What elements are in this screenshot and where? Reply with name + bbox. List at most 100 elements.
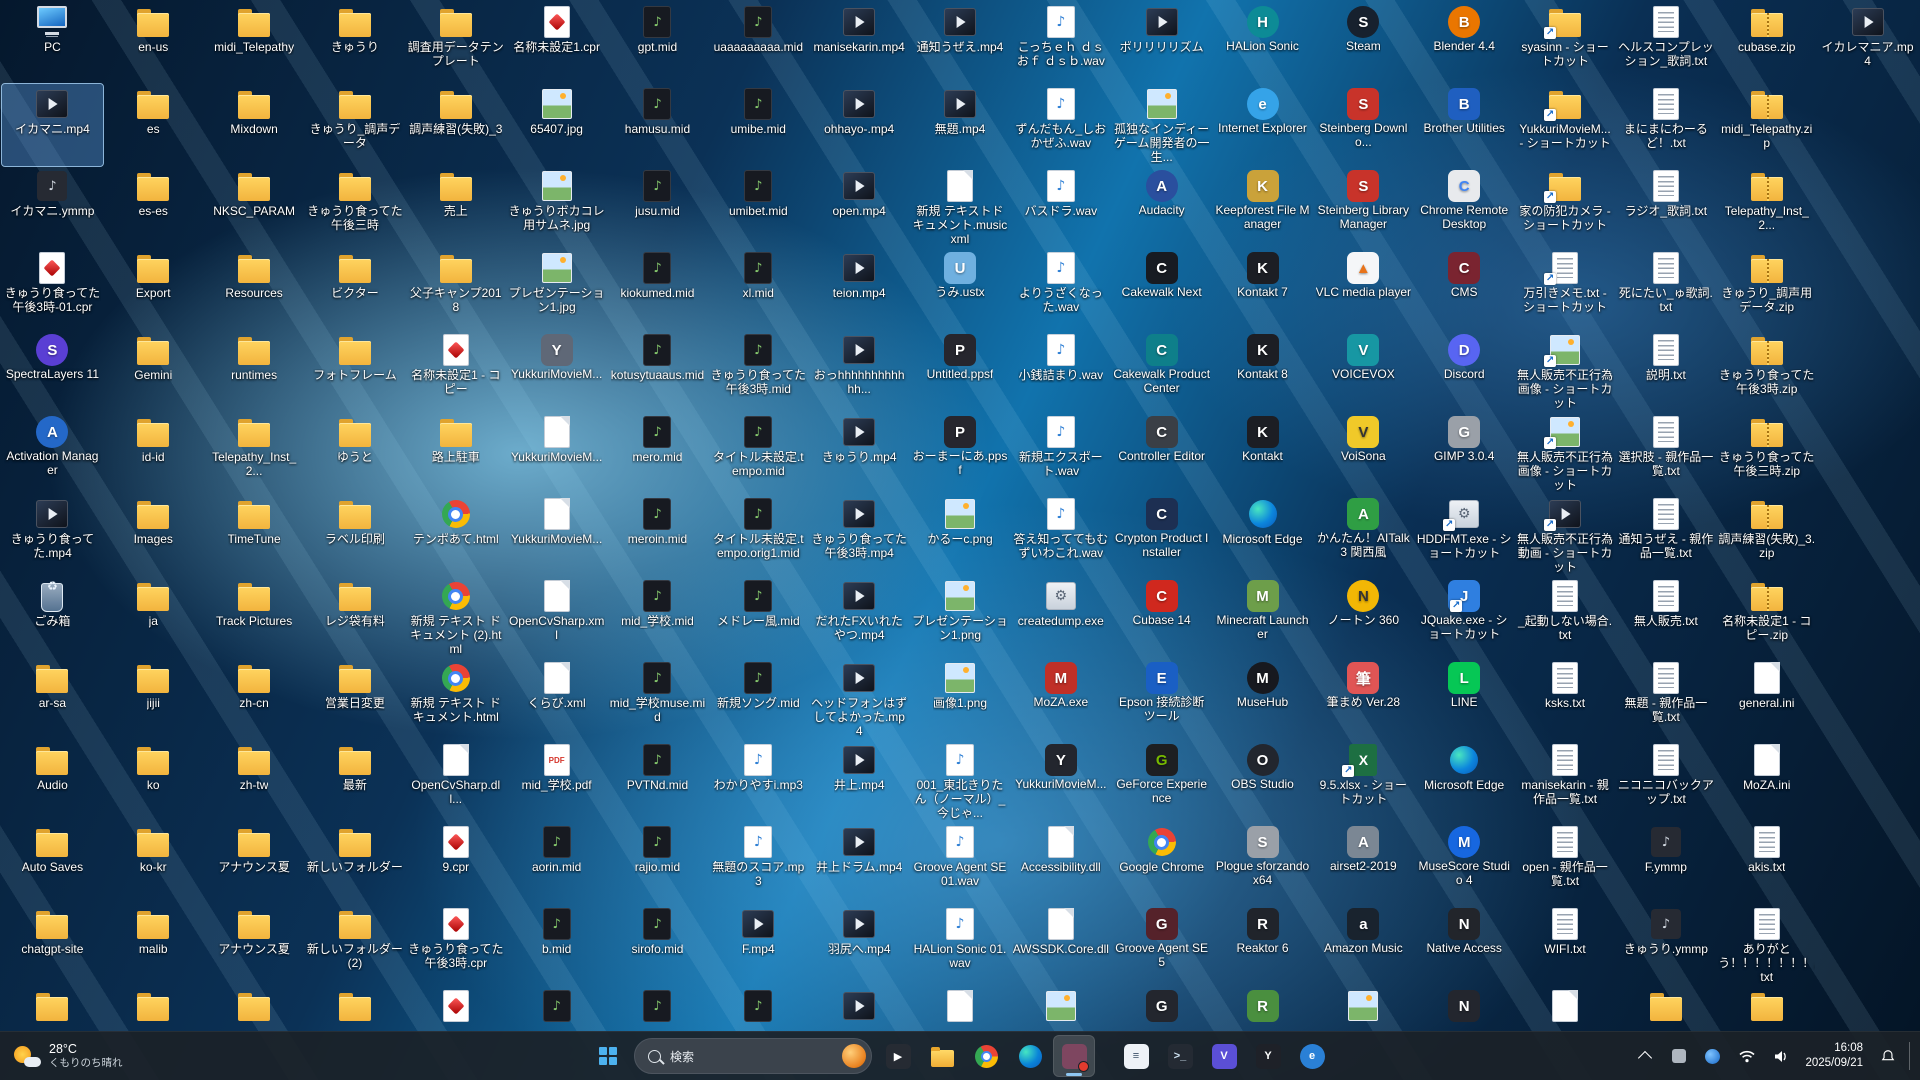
desktop-icon[interactable]	[204, 986, 305, 1032]
taskbar-edge-icon[interactable]	[1009, 1035, 1051, 1077]
desktop-icon[interactable]: AWSSDK.Core.dll	[1010, 904, 1111, 986]
desktop-icon[interactable]	[1010, 986, 1111, 1032]
desktop-icon[interactable]: YukkuriMovieM...	[506, 494, 607, 576]
desktop-icon[interactable]: TimeTune	[204, 494, 305, 576]
desktop-icon[interactable]: mero.mid	[607, 412, 708, 494]
desktop-icon[interactable]: Microsoft Edge	[1414, 740, 1515, 822]
desktop-icon[interactable]: 営業日変更	[305, 658, 406, 740]
hidden-icons-chevron[interactable]	[1628, 1037, 1661, 1075]
desktop-icon[interactable]: きゅうり	[305, 2, 406, 84]
taskbar-media-player-icon[interactable]: ▶	[877, 1035, 919, 1077]
desktop-icon[interactable]: ごみ箱	[2, 576, 103, 658]
desktop-icon[interactable]: meroin.mid	[607, 494, 708, 576]
desktop-icon[interactable]: G GeForce Experience	[1111, 740, 1212, 822]
desktop-icon[interactable]: 新規 テキストドキュメント.musicxml	[910, 166, 1011, 248]
desktop-icon[interactable]: きゅうり_調声用データ.zip	[1716, 248, 1817, 330]
desktop-icon[interactable]: C Cakewalk Product Center	[1111, 330, 1212, 412]
desktop-icon[interactable]: 無人販売.txt	[1615, 576, 1716, 658]
desktop-icon[interactable]: ohhayo-.mp4	[809, 84, 910, 166]
desktop-icon[interactable]	[2, 986, 103, 1032]
taskbar-voicevox-icon[interactable]: V	[1203, 1035, 1245, 1077]
desktop-icon[interactable]	[910, 986, 1011, 1032]
desktop-icon[interactable]: タイトル未設定.tempo.mid	[708, 412, 809, 494]
desktop-icon[interactable]: H HALion Sonic	[1212, 2, 1313, 84]
desktop-icon[interactable]: Groove Agent SE 01.wav	[910, 822, 1011, 904]
taskbar-active-app-icon[interactable]	[1053, 1035, 1095, 1077]
desktop-icon[interactable]: Mixdown	[204, 84, 305, 166]
desktop-icon[interactable]: ja	[103, 576, 204, 658]
desktop-icon[interactable]: 調声練習(失敗)_3	[405, 84, 506, 166]
desktop-icon[interactable]: アナウンス夏	[204, 904, 305, 986]
desktop-icon[interactable]: manisekarin.mp4	[809, 2, 910, 84]
desktop-icon[interactable]: F.mp4	[708, 904, 809, 986]
desktop-icon[interactable]: バスドラ.wav	[1010, 166, 1111, 248]
tray-app-blue-icon[interactable]	[1696, 1037, 1729, 1075]
desktop-icon[interactable]: e Internet Explorer	[1212, 84, 1313, 166]
desktop-icon[interactable]: ▲ VLC media player	[1313, 248, 1414, 330]
desktop-icon[interactable]	[1515, 986, 1616, 1032]
desktop-icon[interactable]: mid_学校muse.mid	[607, 658, 708, 740]
desktop-icon[interactable]: 001_東北きりたん（ノーマル）_今じゃ...	[910, 740, 1011, 822]
desktop-icon[interactable]: イカマニ.ymmp	[2, 166, 103, 248]
desktop-icon[interactable]: アナウンス夏	[204, 822, 305, 904]
desktop-icon[interactable]: R	[1212, 986, 1313, 1032]
desktop-icon[interactable]: open - 親作品一覧.txt	[1515, 822, 1616, 904]
desktop-icon[interactable]: S Steinberg Library Manager	[1313, 166, 1414, 248]
desktop-icon[interactable]: 調査用データテンプレート	[405, 2, 506, 84]
desktop-icon[interactable]: 調声練習(失敗)_3.zip	[1716, 494, 1817, 576]
desktop-icon[interactable]: ar-sa	[2, 658, 103, 740]
desktop-icon[interactable]: 新規ソング.mid	[708, 658, 809, 740]
desktop-icon[interactable]: PC	[2, 2, 103, 84]
desktop-icon[interactable]: S Steam	[1313, 2, 1414, 84]
desktop-icon[interactable]: createdump.exe	[1010, 576, 1111, 658]
desktop-icon[interactable]: V VoiSona	[1313, 412, 1414, 494]
desktop-icon[interactable]: Track Pictures	[204, 576, 305, 658]
desktop-icon[interactable]: 井上.mp4	[809, 740, 910, 822]
desktop-icon[interactable]: 説明.txt	[1615, 330, 1716, 412]
desktop-icon[interactable]: id-id	[103, 412, 204, 494]
search-highlight-icon[interactable]	[842, 1044, 866, 1068]
desktop-icon[interactable]: WIFI.txt	[1515, 904, 1616, 986]
desktop-icon[interactable]: 父子キャンプ2018	[405, 248, 506, 330]
desktop-icon[interactable]: Y YukkuriMovieM...	[506, 330, 607, 412]
desktop-icon[interactable]: よりうざくなった.wav	[1010, 248, 1111, 330]
desktop-icon[interactable]: 売上	[405, 166, 506, 248]
desktop-icon[interactable]: ↗ 無人販売不正行為画像 - ショートカット	[1515, 330, 1616, 412]
desktop-icon[interactable]: 新規 テキスト ドキュメント (2).html	[405, 576, 506, 658]
desktop-icon[interactable]: こっちｅｈ ｄｓおｆ ｄｓｂ.wav	[1010, 2, 1111, 84]
desktop-icon[interactable]: B Brother Utilities	[1414, 84, 1515, 166]
desktop-icon[interactable]: おっhhhhhhhhhhhh...	[809, 330, 910, 412]
desktop-icon[interactable]: MoZA.ini	[1716, 740, 1817, 822]
desktop-icon[interactable]: C Chrome Remote Desktop	[1414, 166, 1515, 248]
desktop-icon[interactable]: ゆうと	[305, 412, 406, 494]
desktop-icon[interactable]	[103, 986, 204, 1032]
desktop-icon[interactable]: 無題のスコア.mp3	[708, 822, 809, 904]
desktop-icon[interactable]: テンポあて.html	[405, 494, 506, 576]
desktop-icon[interactable]: umibet.mid	[708, 166, 809, 248]
desktop-icon[interactable]: 画像1.png	[910, 658, 1011, 740]
desktop-icon[interactable]: C Cubase 14	[1111, 576, 1212, 658]
desktop-icon[interactable]: A Activation Manager	[2, 412, 103, 494]
wifi-icon[interactable]	[1730, 1037, 1763, 1075]
desktop-icon[interactable]: きゅうり食ってた午後3時.zip	[1716, 330, 1817, 412]
taskbar-edge-e-icon[interactable]: e	[1291, 1035, 1333, 1077]
desktop-icon[interactable]: 無題 - 親作品一覧.txt	[1615, 658, 1716, 740]
desktop-icon[interactable]: O OBS Studio	[1212, 740, 1313, 822]
desktop-icon[interactable]: YukkuriMovieM...	[506, 412, 607, 494]
desktop-icon[interactable]: 新規エクスポート.wav	[1010, 412, 1111, 494]
desktop-icon[interactable]: jijii	[103, 658, 204, 740]
desktop-icon[interactable]: N ノートン 360	[1313, 576, 1414, 658]
desktop-icon[interactable]: ↗ 万引きメモ.txt - ショートカット	[1515, 248, 1616, 330]
desktop-icon[interactable]: メドレー風.mid	[708, 576, 809, 658]
desktop-icon[interactable]: Audio	[2, 740, 103, 822]
desktop-icon[interactable]: _起動しない場合.txt	[1515, 576, 1616, 658]
desktop-icon[interactable]: K Kontakt 8	[1212, 330, 1313, 412]
desktop-icon[interactable]: OpenCvSharp.dll...	[405, 740, 506, 822]
desktop-icon[interactable]: midi_Telepathy	[204, 2, 305, 84]
taskbar-file-explorer-icon[interactable]	[921, 1035, 963, 1077]
desktop-icon[interactable]: PVTNd.mid	[607, 740, 708, 822]
desktop-icon[interactable]: gpt.mid	[607, 2, 708, 84]
desktop-icon[interactable]: Auto Saves	[2, 822, 103, 904]
desktop-icon[interactable]: P Untitled.ppsf	[910, 330, 1011, 412]
desktop-icon[interactable]: Images	[103, 494, 204, 576]
